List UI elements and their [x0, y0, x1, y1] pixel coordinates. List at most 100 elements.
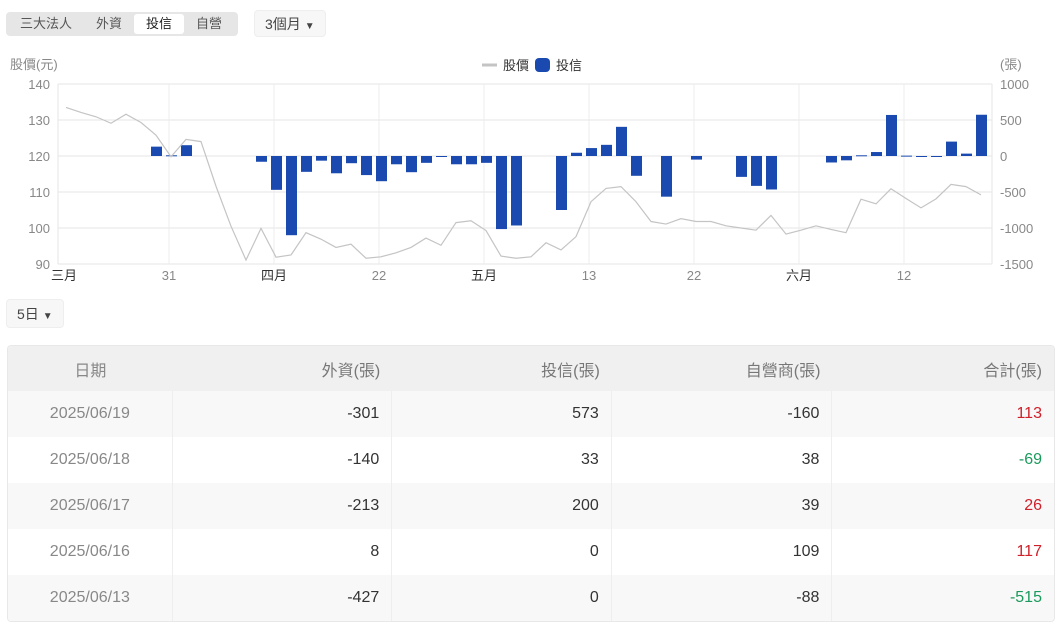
- trust-bar: [601, 144, 612, 156]
- legend-bar-icon: [535, 58, 550, 72]
- header-trust: 投信(張): [541, 362, 600, 380]
- cell-dealer: -160: [612, 391, 833, 437]
- right-tick-label: 0: [1000, 149, 1007, 164]
- cell-dealer: 38: [612, 437, 833, 483]
- left-tick-label: 110: [29, 185, 50, 200]
- tab-investment-trust[interactable]: 投信: [134, 14, 185, 34]
- left-tick-label: 90: [36, 257, 50, 272]
- header-date: 日期: [74, 362, 107, 380]
- table-row: 2025/06/19 -301 573 -160 113: [8, 391, 1054, 437]
- cell-dealer: 109: [612, 529, 833, 575]
- trust-bar: [931, 156, 942, 157]
- cell-foreign: -427: [173, 575, 393, 621]
- cell-foreign: 8: [173, 529, 393, 575]
- triangle-down-icon: ▼: [304, 21, 315, 32]
- range-value: 3個月: [265, 16, 301, 32]
- left-tick-label: 120: [28, 149, 50, 164]
- cell-date: 2025/06/16: [8, 529, 173, 575]
- trust-bar: [361, 156, 372, 176]
- header-foreign: 外資(張): [321, 362, 381, 380]
- x-tick-label: 六月: [786, 268, 812, 283]
- cell-total: 113: [1016, 405, 1042, 422]
- trust-bar: [871, 152, 882, 156]
- cell-total: -69: [1018, 451, 1042, 468]
- trust-bar: [301, 156, 312, 172]
- trust-bar: [886, 114, 897, 156]
- cell-trust: 0: [392, 529, 612, 575]
- right-axis-label: (張): [1000, 57, 1022, 72]
- x-tick-label: 五月: [471, 268, 497, 283]
- header-dealer: 自營商(張): [745, 362, 821, 380]
- table-row: 2025/06/13 -427 0 -88 -515: [8, 575, 1054, 621]
- trust-bar: [271, 156, 282, 190]
- trust-bar: [511, 156, 522, 226]
- cell-dealer: -88: [612, 575, 833, 621]
- trust-bar: [631, 156, 642, 176]
- x-tick-label: 13: [582, 268, 596, 283]
- trust-bar: [181, 145, 192, 156]
- trust-bar: [976, 114, 987, 156]
- trust-bar: [481, 156, 492, 163]
- cell-foreign: -140: [173, 437, 393, 483]
- table-header: 日期 外資(張) 投信(張) 自營商(張) 合計(張): [8, 346, 1054, 391]
- trust-bar: [841, 156, 852, 161]
- cell-trust: 573: [392, 391, 612, 437]
- left-tick-label: 100: [28, 221, 50, 236]
- x-tick-label: 三月: [51, 268, 77, 283]
- trust-bar: [571, 152, 582, 156]
- cell-trust: 200: [392, 483, 612, 529]
- cell-foreign: -213: [173, 483, 393, 529]
- cell-date: 2025/06/13: [8, 575, 173, 621]
- x-tick-label: 22: [372, 268, 386, 283]
- right-tick-label: -1500: [1000, 257, 1033, 272]
- header-total: 合計(張): [983, 362, 1042, 380]
- cell-trust: 33: [392, 437, 612, 483]
- x-tick-label: 四月: [261, 268, 287, 283]
- range-dropdown[interactable]: 3個月 ▼: [254, 10, 326, 37]
- tab-institutional[interactable]: 三大法人: [8, 14, 84, 34]
- cell-date: 2025/06/17: [8, 483, 173, 529]
- days-dropdown[interactable]: 5日 ▼: [6, 299, 64, 328]
- tab-dealer[interactable]: 自營: [184, 14, 234, 34]
- tab-foreign[interactable]: 外資: [84, 14, 134, 34]
- trust-bar: [496, 156, 507, 230]
- legend-price: 股價: [503, 58, 529, 73]
- trust-bar: [406, 156, 417, 173]
- trust-bar: [421, 156, 432, 163]
- x-tick-label: 22: [687, 268, 701, 283]
- table-row: 2025/06/18 -140 33 38 -69: [8, 437, 1054, 483]
- right-tick-label: 1000: [1000, 77, 1029, 92]
- trust-bar: [616, 126, 627, 156]
- cell-foreign: -301: [173, 391, 393, 437]
- trust-bar: [256, 156, 267, 162]
- trust-bar: [376, 156, 387, 182]
- table-row: 2025/06/17 -213 200 39 26: [8, 483, 1054, 529]
- cell-date: 2025/06/19: [8, 391, 173, 437]
- trust-bar: [556, 156, 567, 210]
- left-tick-label: 130: [28, 113, 50, 128]
- cell-trust: 0: [392, 575, 612, 621]
- cell-date: 2025/06/18: [8, 437, 173, 483]
- trust-bar: [901, 155, 912, 157]
- trust-bar: [766, 156, 777, 190]
- triangle-down-icon: ▼: [42, 311, 53, 322]
- trust-bar: [466, 156, 477, 165]
- cell-dealer: 39: [612, 483, 833, 529]
- right-tick-label: 500: [1000, 113, 1022, 128]
- investor-type-tabs: 三大法人 外資 投信 自營: [6, 12, 238, 36]
- cell-total: -515: [1009, 589, 1042, 606]
- cell-total: 117: [1016, 543, 1042, 560]
- x-tick-label: 12: [897, 268, 911, 283]
- trust-bar: [586, 148, 597, 156]
- trust-bar: [436, 156, 447, 157]
- table-row: 2025/06/16 8 0 109 117: [8, 529, 1054, 575]
- right-tick-label: -1000: [1000, 221, 1033, 236]
- legend-trust: 投信: [556, 58, 582, 73]
- trust-bar: [916, 156, 927, 157]
- trust-bar: [691, 156, 702, 160]
- trust-chart: 140 1000 130 500 120 0 110 -500 100 -1000 90 -1500 三…: [10, 57, 1033, 283]
- trust-bar: [946, 141, 957, 156]
- left-axis-label: 股價(元): [10, 57, 58, 72]
- trust-bar: [391, 156, 402, 165]
- trust-bar: [286, 156, 297, 236]
